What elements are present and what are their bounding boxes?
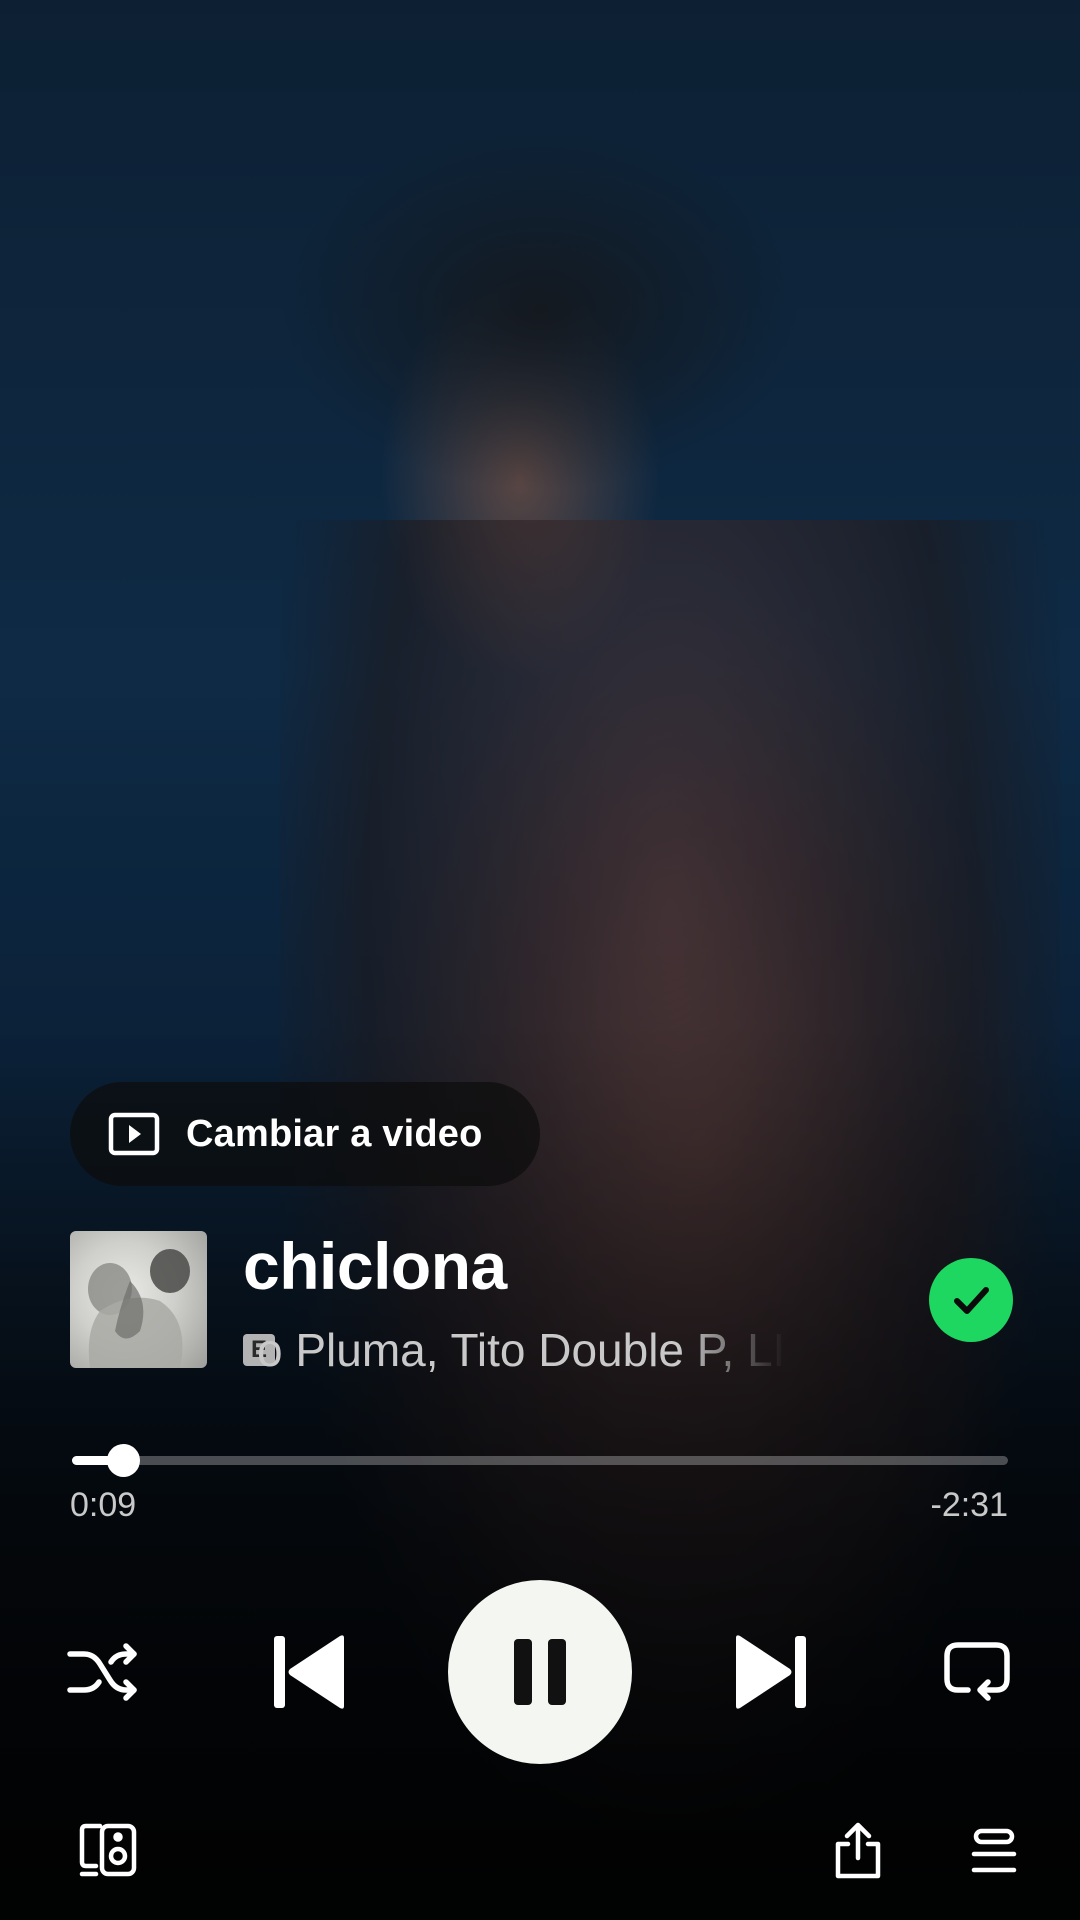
queue-button[interactable] bbox=[970, 1828, 1018, 1876]
remaining-time: -2:31 bbox=[930, 1486, 1009, 1524]
skip-previous-icon bbox=[274, 1635, 344, 1709]
pause-icon bbox=[514, 1639, 566, 1705]
artist-row[interactable]: E o Pluma, Tito Double P, LI bbox=[243, 1320, 843, 1380]
repeat-button[interactable] bbox=[942, 1638, 1012, 1704]
share-icon bbox=[835, 1822, 881, 1879]
queue-icon bbox=[971, 1828, 1017, 1873]
switch-to-video-button[interactable]: Cambiar a video bbox=[70, 1082, 540, 1186]
share-button[interactable] bbox=[832, 1822, 884, 1880]
next-button[interactable] bbox=[730, 1630, 810, 1714]
shuffle-button[interactable] bbox=[66, 1636, 142, 1708]
repeat-icon bbox=[944, 1642, 1010, 1701]
shuffle-icon bbox=[67, 1643, 137, 1701]
album-cover[interactable] bbox=[70, 1231, 207, 1368]
play-square-icon bbox=[108, 1112, 160, 1156]
connect-devices-icon bbox=[79, 1823, 137, 1877]
switch-to-video-label: Cambiar a video bbox=[186, 1112, 483, 1155]
progress-bar[interactable] bbox=[72, 1444, 1008, 1477]
elapsed-time: 0:09 bbox=[70, 1486, 137, 1524]
track-artists[interactable]: o Pluma, Tito Double P, LI bbox=[257, 1323, 785, 1377]
saved-to-library-button[interactable] bbox=[929, 1258, 1013, 1342]
pause-button[interactable] bbox=[448, 1580, 632, 1764]
connect-devices-button[interactable] bbox=[78, 1822, 138, 1878]
previous-button[interactable] bbox=[270, 1630, 350, 1714]
track-title[interactable]: chiclona bbox=[243, 1228, 507, 1304]
check-icon bbox=[954, 1287, 989, 1314]
skip-next-icon bbox=[736, 1635, 806, 1709]
